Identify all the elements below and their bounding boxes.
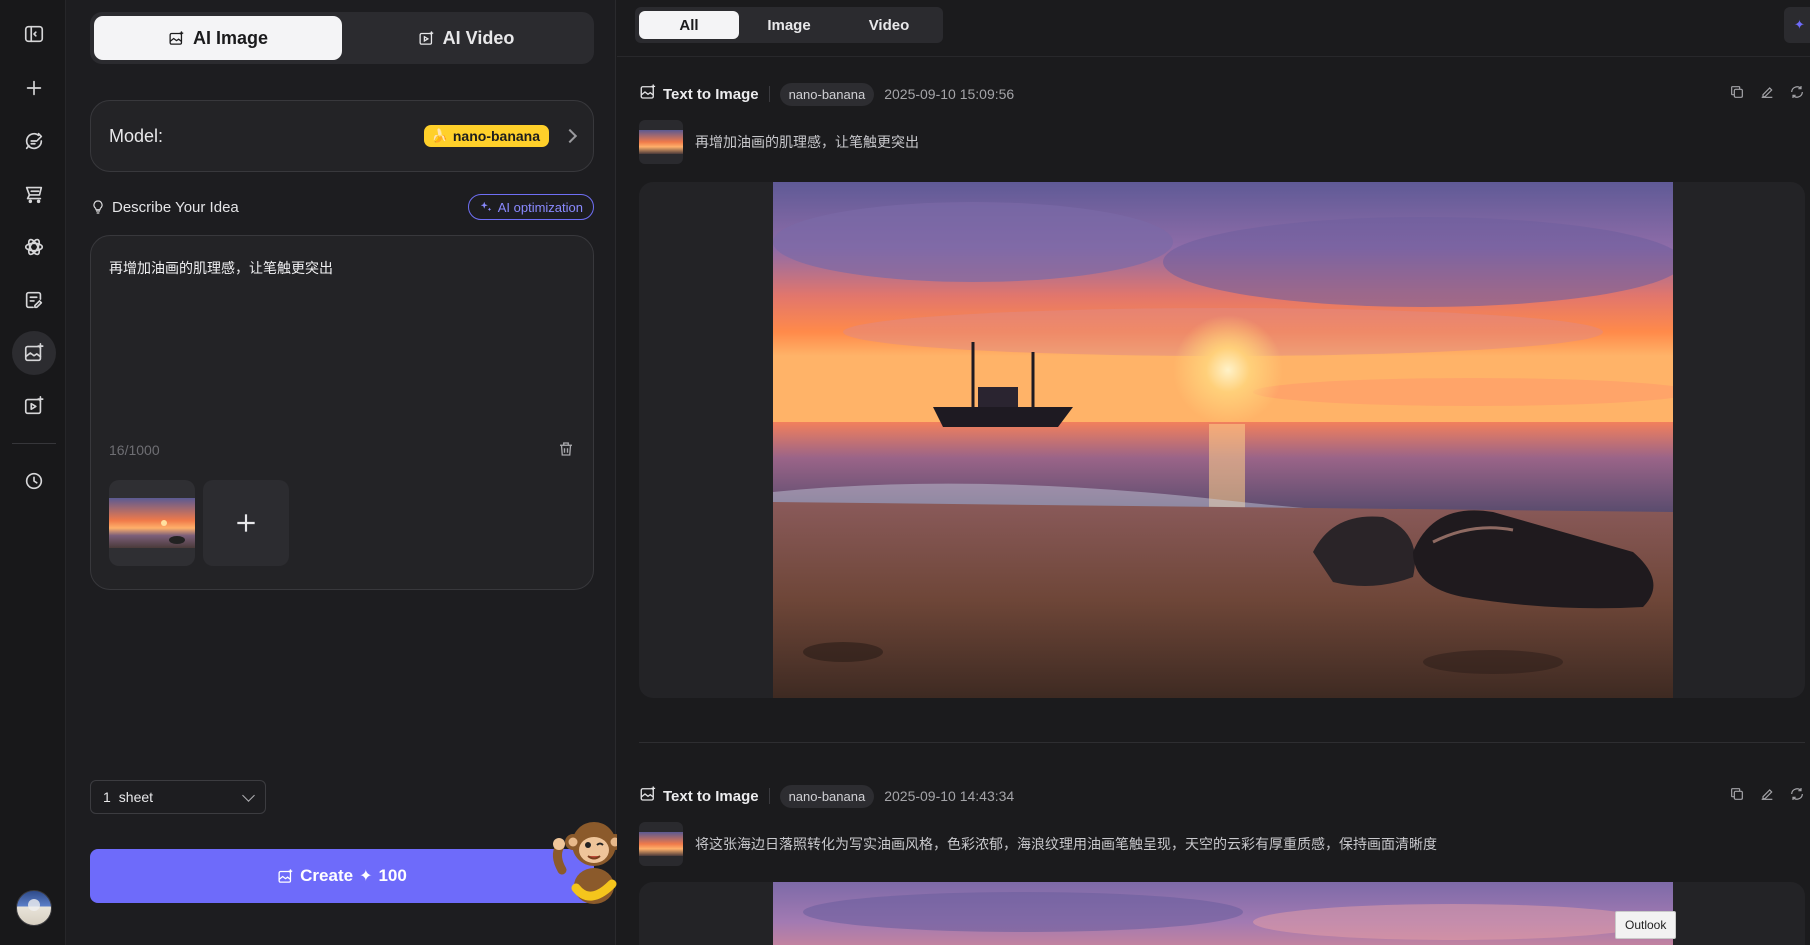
generation-prompt-text: 将这张海边日落照转化为写实油画风格，色彩浓郁，海浪纹理用油画笔触呈现，天空的云彩… <box>695 836 1437 852</box>
sheet-count-select[interactable]: 1 sheet <box>90 780 266 814</box>
model-selector[interactable]: Model: 🍌 nano-banana <box>90 100 594 172</box>
sparkle-icon <box>480 201 491 212</box>
prompt-reference-thumbnail[interactable] <box>639 822 683 866</box>
tab-ai-image[interactable]: AI Image <box>94 16 342 60</box>
image-gen-icon[interactable] <box>12 331 56 375</box>
header-separator <box>768 86 770 102</box>
create-label: Create <box>300 866 354 885</box>
plus-icon <box>237 514 255 532</box>
copy-icon[interactable] <box>1729 786 1745 807</box>
ai-optimization-label: AI optimization <box>497 199 583 215</box>
create-button[interactable]: Create ✦ 100 <box>90 849 594 903</box>
generation-actions <box>1729 786 1805 807</box>
tab-ai-video[interactable]: AI Video <box>342 16 590 60</box>
result-image-frame[interactable] <box>639 182 1805 698</box>
prompt-reference-thumbnail[interactable] <box>639 120 683 164</box>
header-separator <box>768 788 770 804</box>
prompt-textarea[interactable]: 再增加油画的肌理感，让笔触更突出 <box>109 258 569 278</box>
top-divider <box>617 56 1810 57</box>
sunset-oil-painting-image <box>773 882 1673 945</box>
feed-divider <box>639 742 1805 743</box>
generation-header: Text to Image nano-banana 2025-09-10 15:… <box>639 80 1805 108</box>
new-icon[interactable] <box>12 66 56 110</box>
avatar[interactable] <box>16 890 52 926</box>
mode-tabs: AI Image AI Video <box>90 12 594 64</box>
atom-icon[interactable] <box>12 225 56 269</box>
idea-header: Describe Your Idea AI optimization <box>90 193 594 221</box>
image-icon <box>278 868 293 883</box>
regenerate-icon[interactable] <box>1789 786 1805 807</box>
char-count: 16/1000 <box>109 442 160 458</box>
filter-tab-all[interactable]: All <box>639 11 739 39</box>
generation-header: Text to Image nano-banana 2025-09-10 14:… <box>639 782 1805 810</box>
idea-label: Describe Your Idea <box>112 198 239 216</box>
copy-icon[interactable] <box>1729 84 1745 105</box>
filter-tab-image[interactable]: Image <box>739 11 839 39</box>
create-panel: AI Image AI Video Model: 🍌 nano-banana D… <box>66 0 623 945</box>
history-icon[interactable] <box>12 459 56 503</box>
tab-ai-image-label: AI Image <box>192 27 269 48</box>
credit-sparkle-icon: ✦ <box>359 868 373 885</box>
image-icon <box>639 83 657 106</box>
outlook-tooltip: Outlook <box>1615 911 1677 939</box>
model-chip-label: nano-banana <box>452 128 540 144</box>
generation-type: Text to Image <box>663 85 759 103</box>
sparkle-corner-button[interactable]: ✦ <box>1784 7 1810 43</box>
banana-icon: 🍌 <box>431 128 448 143</box>
sunset-thumbnail-image <box>109 498 195 548</box>
cart-icon[interactable] <box>12 172 56 216</box>
edit-icon[interactable] <box>1759 786 1775 807</box>
chevron-down-icon <box>242 788 255 802</box>
ai-optimization-button[interactable]: AI optimization <box>467 194 594 220</box>
video-icon <box>419 30 433 45</box>
add-reference-button[interactable] <box>203 480 289 566</box>
generation-timestamp: 2025-09-10 14:43:34 <box>884 788 1015 804</box>
sheet-count-value: 1 <box>103 789 111 805</box>
filter-tabs: All Image Video <box>635 7 943 43</box>
sidebar-toggle-icon[interactable] <box>12 12 56 56</box>
image-icon <box>639 785 657 808</box>
chat-edit-icon[interactable] <box>12 119 56 163</box>
tab-ai-video-label: AI Video <box>442 27 515 48</box>
edit-icon[interactable] <box>1759 84 1775 105</box>
chevron-right-icon <box>562 128 578 144</box>
image-icon <box>169 30 184 45</box>
trash-icon[interactable] <box>557 440 575 458</box>
model-badge: nano-banana <box>779 82 875 106</box>
edit-note-icon[interactable] <box>12 278 56 322</box>
generation-type: Text to Image <box>663 787 759 805</box>
generation-prompt-text: 再增加油画的肌理感，让笔触更突出 <box>695 134 919 150</box>
lightbulb-icon <box>90 199 106 215</box>
regenerate-icon[interactable] <box>1789 84 1805 105</box>
sheet-unit-label: sheet <box>118 789 154 805</box>
generation-actions <box>1729 84 1805 105</box>
icon-rail <box>0 0 66 945</box>
generation-timestamp: 2025-09-10 15:09:56 <box>884 86 1015 102</box>
model-chip: 🍌 nano-banana <box>423 125 549 147</box>
prompt-box[interactable]: 再增加油画的肌理感，让笔触更突出 16/1000 <box>90 235 594 590</box>
sunset-oil-painting-image <box>773 182 1673 698</box>
create-cost: 100 <box>378 866 407 885</box>
reference-image-thumbnail[interactable] <box>109 480 195 566</box>
sunset-mini-image <box>639 130 683 154</box>
generation-prompt: 再增加油画的肌理感，让笔触更突出 <box>639 120 919 164</box>
model-badge: nano-banana <box>779 784 875 808</box>
rail-divider <box>12 443 56 444</box>
filter-tab-video[interactable]: Video <box>839 11 939 39</box>
video-gen-icon[interactable] <box>12 384 56 428</box>
sunset-mini-image <box>639 832 683 856</box>
generation-prompt: 将这张海边日落照转化为写实油画风格，色彩浓郁，海浪纹理用油画笔触呈现，天空的云彩… <box>639 822 1437 866</box>
model-label: Model: <box>109 125 164 146</box>
generation-feed: All Image Video ✦ Text to Image nano-ban… <box>617 0 1810 945</box>
